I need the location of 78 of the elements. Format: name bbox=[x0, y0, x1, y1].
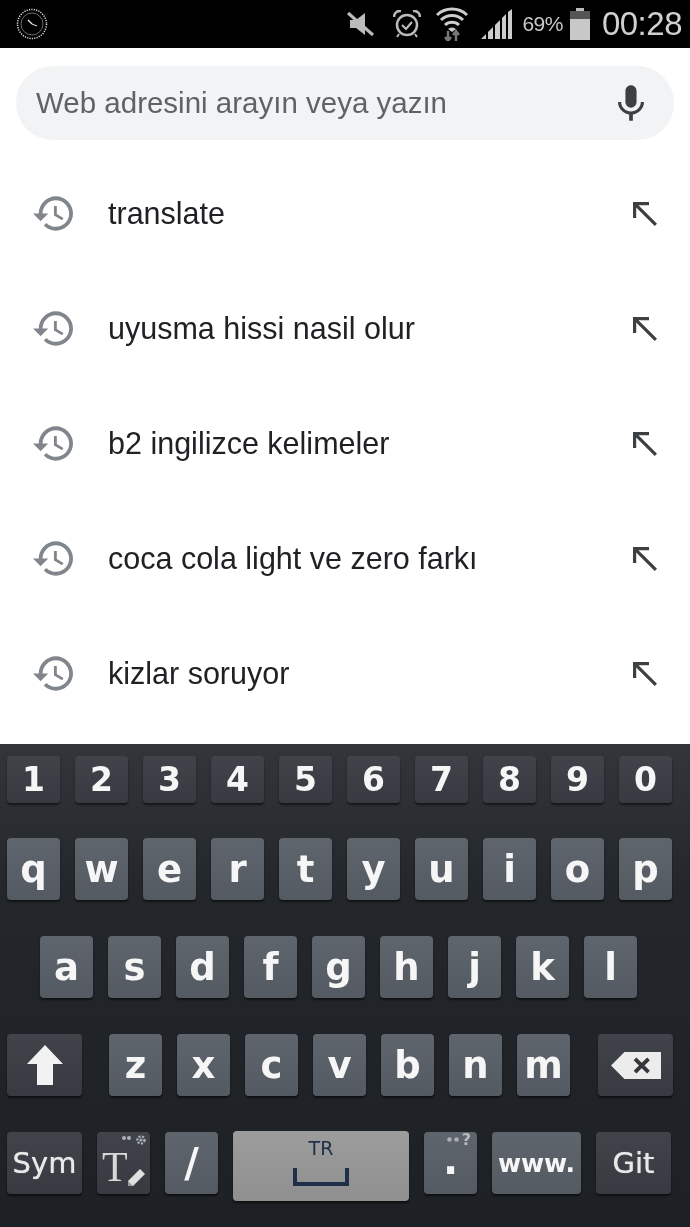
shortcut-key[interactable]: www. bbox=[492, 1132, 581, 1194]
clock-icon bbox=[16, 8, 48, 40]
function-key[interactable]: Git bbox=[596, 1132, 671, 1194]
letter-key[interactable]: y bbox=[347, 838, 400, 900]
letter-key[interactable]: z bbox=[109, 1034, 162, 1096]
letter-key[interactable]: a bbox=[40, 936, 93, 998]
microphone-icon[interactable] bbox=[618, 85, 644, 121]
number-key[interactable]: 1 bbox=[7, 756, 60, 803]
history-icon bbox=[33, 541, 73, 576]
number-key[interactable]: 4 bbox=[211, 756, 264, 803]
symbol-key[interactable]: / bbox=[165, 1132, 218, 1194]
arrow-up-left-icon[interactable] bbox=[633, 201, 657, 226]
letter-key[interactable]: k bbox=[516, 936, 569, 998]
letter-key[interactable]: b bbox=[381, 1034, 434, 1096]
letter-key[interactable]: n bbox=[449, 1034, 502, 1096]
number-key[interactable]: 8 bbox=[483, 756, 536, 803]
letter-key[interactable]: t bbox=[279, 838, 332, 900]
history-icon bbox=[33, 311, 73, 346]
search-bar[interactable]: Web adresini arayın veya yazın bbox=[16, 66, 674, 140]
letter-key[interactable]: w bbox=[75, 838, 128, 900]
shift-key[interactable] bbox=[7, 1034, 82, 1096]
letter-key[interactable]: p bbox=[619, 838, 672, 900]
letter-key[interactable]: u bbox=[415, 838, 468, 900]
battery-icon bbox=[569, 8, 590, 40]
suggestion-text[interactable]: coca cola light ve zero farkı bbox=[108, 541, 633, 576]
letter-key[interactable]: m bbox=[517, 1034, 570, 1096]
suggestion-text[interactable]: uyusma hissi nasil olur bbox=[108, 311, 633, 346]
dots-gear-icon bbox=[122, 1134, 148, 1146]
letter-key[interactable]: c bbox=[245, 1034, 298, 1096]
letter-key[interactable]: i bbox=[483, 838, 536, 900]
arrow-up-left-icon[interactable] bbox=[633, 316, 657, 341]
secondary-symbol: ? bbox=[461, 1132, 471, 1148]
battery-percentage: 69% bbox=[522, 12, 563, 36]
arrow-up-left-icon[interactable] bbox=[633, 546, 657, 571]
muted-speaker-icon bbox=[346, 11, 375, 37]
up-arrow-icon bbox=[26, 1045, 63, 1085]
arrow-up-left-icon[interactable] bbox=[633, 661, 657, 686]
space-bar-icon bbox=[293, 1168, 349, 1186]
letter-key[interactable]: x bbox=[177, 1034, 230, 1096]
period-key[interactable]: .? bbox=[424, 1132, 477, 1194]
letter-key[interactable]: e bbox=[143, 838, 196, 900]
space-key[interactable]: TR bbox=[233, 1131, 409, 1201]
number-key[interactable]: 6 bbox=[347, 756, 400, 803]
letter-key[interactable]: v bbox=[313, 1034, 366, 1096]
letter-key[interactable]: j bbox=[448, 936, 501, 998]
number-key[interactable]: 0 bbox=[619, 756, 672, 803]
letter-key[interactable]: g bbox=[312, 936, 365, 998]
letter-key[interactable]: r bbox=[211, 838, 264, 900]
alarm-clock-icon bbox=[393, 10, 422, 38]
pencil-icon bbox=[125, 1166, 147, 1188]
search-field[interactable]: Web adresini arayın veya yazın bbox=[36, 83, 618, 123]
letter-key[interactable]: s bbox=[108, 936, 161, 998]
history-icon bbox=[33, 196, 73, 231]
wifi-icon bbox=[436, 7, 469, 41]
number-key[interactable]: 9 bbox=[551, 756, 604, 803]
number-key[interactable]: 3 bbox=[143, 756, 196, 803]
letter-key[interactable]: h bbox=[380, 936, 433, 998]
letter-key[interactable]: l bbox=[584, 936, 637, 998]
dots-icon bbox=[447, 1137, 459, 1142]
arrow-up-left-icon[interactable] bbox=[633, 431, 657, 456]
backspace-icon bbox=[610, 1051, 661, 1079]
history-icon bbox=[33, 426, 73, 461]
function-key[interactable]: Sym bbox=[7, 1132, 82, 1194]
number-key[interactable]: 5 bbox=[279, 756, 332, 803]
number-key[interactable]: 2 bbox=[75, 756, 128, 803]
history-icon bbox=[33, 656, 73, 691]
letter-key[interactable]: o bbox=[551, 838, 604, 900]
clock-time: 00:28 bbox=[601, 5, 682, 43]
letter-key[interactable]: d bbox=[176, 936, 229, 998]
suggestion-text[interactable]: kizlar soruyor bbox=[108, 656, 633, 691]
signal-icon bbox=[481, 9, 513, 39]
suggestion-text[interactable]: b2 ingilizce kelimeler bbox=[108, 426, 633, 461]
backspace-key[interactable] bbox=[598, 1034, 673, 1096]
letter-key[interactable]: q bbox=[7, 838, 60, 900]
input-settings-key[interactable]: T bbox=[97, 1132, 150, 1194]
letter-key[interactable]: f bbox=[244, 936, 297, 998]
number-key[interactable]: 7 bbox=[415, 756, 468, 803]
suggestion-text[interactable]: translate bbox=[108, 196, 633, 231]
